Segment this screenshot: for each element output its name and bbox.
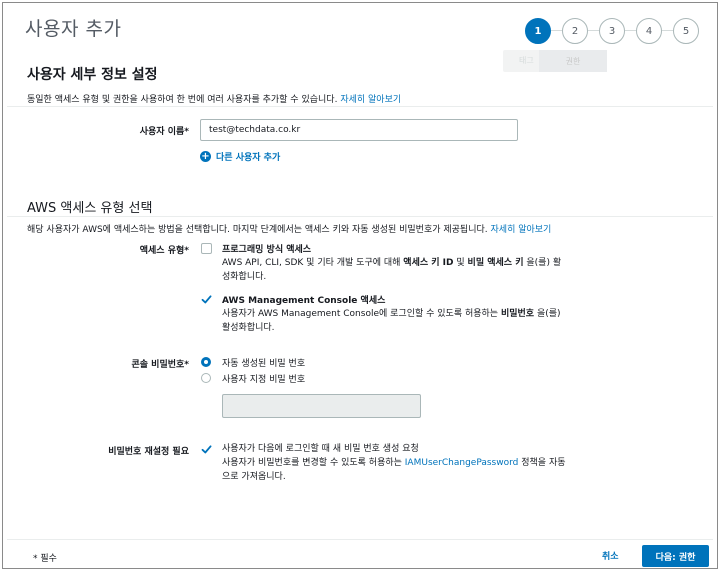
- desc-bold: 액세스 키 ID: [403, 258, 454, 268]
- console-access-description: 사용자가 AWS Management Console에 로그인할 수 있도록 …: [222, 307, 602, 335]
- tooltip-right-label: 권한: [539, 50, 607, 72]
- access-learn-more-link[interactable]: 자세히 알아보기: [491, 225, 552, 235]
- step-4[interactable]: 4: [636, 18, 662, 44]
- access-type-label: 액세스 유형*: [139, 246, 189, 256]
- desc-part: 으로 가져옵니다.: [222, 472, 286, 482]
- step-2[interactable]: 2: [562, 18, 588, 44]
- desc-part: 성화합니다.: [222, 272, 267, 282]
- auto-password-label: 자동 생성된 비밀 번호: [222, 359, 306, 369]
- username-input[interactable]: [200, 119, 518, 141]
- access-description-text: 해당 사용자가 AWS에 액세스하는 방법을 선택합니다. 마지막 단계에서는 …: [27, 225, 488, 235]
- step-connector: [588, 30, 599, 31]
- plus-circle-icon: +: [200, 150, 211, 162]
- console-access-checkbox[interactable]: [201, 294, 212, 305]
- desc-part: 사용자가 다음에 로그인할 때 새 비밀 번호 생성 요청: [222, 444, 419, 454]
- reset-password-label: 비밀번호 재설정 필요: [108, 447, 189, 457]
- step-tooltip: 태그 권한: [503, 50, 607, 72]
- desc-part: 및: [456, 258, 465, 268]
- reset-password-description: 사용자가 다음에 로그인할 때 새 비밀 번호 생성 요청 사용자가 비밀번호를…: [222, 442, 612, 484]
- step-connector: [625, 30, 636, 31]
- next-button[interactable]: 다음: 권한: [642, 545, 709, 567]
- cancel-button[interactable]: 취소: [602, 549, 619, 562]
- details-description: 동일한 액세스 유형 및 권한을 사용하여 한 번에 여러 사용자를 추가할 수…: [27, 92, 401, 105]
- access-description: 해당 사용자가 AWS에 액세스하는 방법을 선택합니다. 마지막 단계에서는 …: [27, 222, 551, 235]
- desc-part: 을(를): [536, 309, 561, 319]
- details-description-text: 동일한 액세스 유형 및 권한을 사용하여 한 번에 여러 사용자를 추가할 수…: [27, 95, 338, 105]
- desc-part: 정책을 자동: [521, 458, 566, 468]
- desc-part: 사용자가 AWS Management Console에 로그인할 수 있도록 …: [222, 309, 499, 319]
- add-user-label: 다른 사용자 추가: [216, 153, 281, 163]
- divider: [7, 216, 713, 217]
- desc-part: AWS API, CLI, SDK 및 기타 개발 도구에 대해: [222, 258, 401, 268]
- add-user-button[interactable]: + 다른 사용자 추가: [200, 150, 280, 163]
- step-5[interactable]: 5: [673, 18, 699, 44]
- step-connector: [551, 30, 562, 31]
- tooltip-left-label: 태그: [519, 56, 534, 65]
- step-1[interactable]: 1: [525, 18, 551, 44]
- username-label: 사용자 이름*: [139, 127, 189, 137]
- console-access-title: AWS Management Console 액세스: [222, 296, 386, 306]
- step-connector: [662, 30, 673, 31]
- details-learn-more-link[interactable]: 자세히 알아보기: [340, 95, 401, 105]
- desc-bold: 비밀번호: [500, 309, 535, 319]
- step-3[interactable]: 3: [599, 18, 625, 44]
- desc-part: 사용자가 비밀번호를 변경할 수 있도록 허용하는: [222, 458, 402, 468]
- reset-password-checkbox[interactable]: [201, 444, 212, 455]
- access-heading: AWS 액세스 유형 선택: [27, 201, 153, 216]
- programmatic-access-description: AWS API, CLI, SDK 및 기타 개발 도구에 대해 액세스 키 I…: [222, 256, 602, 284]
- desc-bold: 비밀 액세스 키: [467, 258, 524, 268]
- custom-password-radio[interactable]: [201, 373, 211, 383]
- desc-part: 활성화합니다.: [222, 323, 275, 333]
- required-note: * 필수: [33, 554, 57, 564]
- auto-password-radio[interactable]: [201, 357, 211, 367]
- details-heading: 사용자 세부 정보 설정: [27, 67, 158, 83]
- page-title: 사용자 추가: [25, 18, 122, 40]
- programmatic-access-title: 프로그래밍 방식 액세스: [222, 245, 312, 255]
- page-frame: 사용자 추가 1 2 3 4 5 태그 권한 사용자 세부 정보 설정 동일한 …: [2, 2, 718, 569]
- custom-password-label: 사용자 지정 비밀 번호: [222, 375, 306, 385]
- policy-link[interactable]: IAMUserChangePassword: [405, 458, 519, 468]
- custom-password-input[interactable]: [222, 394, 421, 418]
- programmatic-access-checkbox[interactable]: [201, 243, 212, 254]
- divider: [7, 106, 713, 107]
- footer-divider: [7, 539, 713, 540]
- console-password-label: 콘솔 비밀번호*: [131, 360, 189, 370]
- desc-part: 을(를) 활: [526, 258, 562, 268]
